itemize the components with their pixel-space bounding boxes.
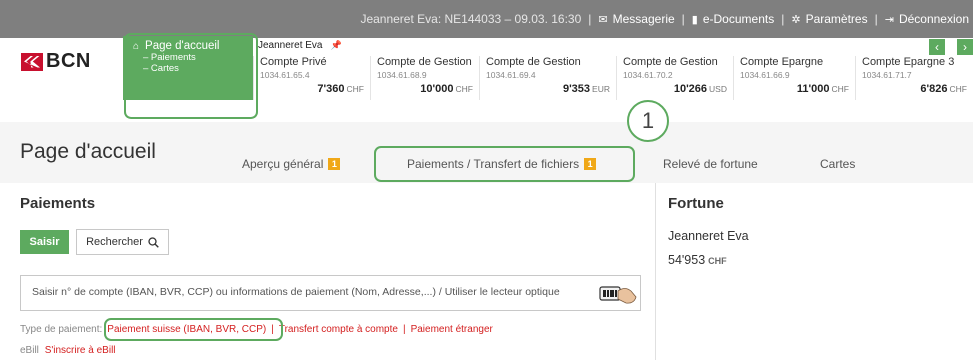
envelope-icon: ✉ xyxy=(598,13,608,26)
e-documents-link[interactable]: ▮ e-Documents xyxy=(692,12,774,26)
saisir-button[interactable]: Saisir xyxy=(20,230,69,254)
highlight-paiement-suisse xyxy=(104,318,283,341)
payment-type-etranger-link[interactable]: Paiement étranger xyxy=(411,324,493,335)
fortune-holder-name: Jeanneret Eva xyxy=(668,229,749,243)
account-card[interactable]: Compte de Gestion 1034.61.68.9 10'000 CHF xyxy=(370,56,479,100)
account-balance: 10'266 USD xyxy=(673,83,727,95)
optical-reader-icon[interactable] xyxy=(598,282,638,306)
pin-icon[interactable]: 📌 xyxy=(331,40,342,51)
account-card[interactable]: Compte Epargne 3 1034.61.71.7 6'826 CHF xyxy=(855,56,973,100)
accounts-prev-button[interactable]: ‹ xyxy=(929,39,945,55)
account-balance: 6'826 CHF xyxy=(920,83,967,95)
tab-releve-fortune[interactable]: Relevé de fortune xyxy=(663,157,758,171)
account-balance: 7'360 CHF xyxy=(317,83,364,95)
payment-search-input[interactable] xyxy=(32,286,587,298)
messagerie-link[interactable]: ✉ Messagerie xyxy=(598,12,674,26)
step-marker: 1 xyxy=(627,100,669,142)
account-balance: 10'000 CHF xyxy=(420,83,473,95)
document-icon: ▮ xyxy=(691,13,698,26)
fortune-heading: Fortune xyxy=(668,195,724,212)
bcn-logo-mark xyxy=(21,52,43,71)
gear-icon: ✲ xyxy=(791,13,801,26)
payment-search-field[interactable] xyxy=(20,275,641,311)
ebill-register-link[interactable]: S'inscrire à eBill xyxy=(45,345,116,356)
account-card[interactable]: Compte de Gestion 1034.61.69.4 9'353 EUR xyxy=(479,56,616,100)
column-divider xyxy=(655,183,656,360)
logout-icon: ⇥ xyxy=(884,13,894,26)
highlight-home-menu xyxy=(124,33,258,119)
rechercher-button[interactable]: Rechercher xyxy=(76,229,169,255)
account-holder: Jeanneret Eva 📌 xyxy=(258,40,342,51)
search-icon xyxy=(148,236,159,248)
account-card[interactable]: Compte Epargne 1034.61.66.9 11'000 CHF xyxy=(733,56,855,100)
payment-type-label: Type de paiement: xyxy=(20,324,103,335)
tab-apercu-general[interactable]: Aperçu général 1 xyxy=(242,157,341,171)
tab-cartes[interactable]: Cartes xyxy=(820,157,855,171)
user-session-info: Jeanneret Eva: NE144033 – 09.03. 16:30 xyxy=(360,12,582,26)
payment-type-transfert-link[interactable]: Transfert compte à compte xyxy=(279,324,398,335)
highlight-paiements-tab xyxy=(374,146,635,182)
fortune-total: 54'953 CHF xyxy=(668,253,727,267)
page-title: Page d'accueil xyxy=(20,140,156,163)
parametres-link[interactable]: ✲ Paramètres xyxy=(791,12,867,26)
logout-link[interactable]: ⇥ Déconnexion xyxy=(885,12,969,26)
ebill-label: eBill xyxy=(20,345,39,356)
account-balance: 9'353 EUR xyxy=(562,83,610,95)
notification-badge: 1 xyxy=(328,158,341,170)
bcn-logo[interactable]: BCN xyxy=(21,50,91,73)
accounts-next-button[interactable]: › xyxy=(957,39,973,55)
account-balance: 11'000 CHF xyxy=(796,83,849,95)
payments-heading: Paiements xyxy=(20,195,96,212)
ebill-row: eBill S'inscrire à eBill xyxy=(20,345,116,356)
account-card[interactable]: Compte de Gestion 1034.61.70.2 10'266 USD xyxy=(616,56,733,100)
account-card[interactable]: Compte Privé 1034.61.65.4 7'360 CHF xyxy=(253,56,370,100)
